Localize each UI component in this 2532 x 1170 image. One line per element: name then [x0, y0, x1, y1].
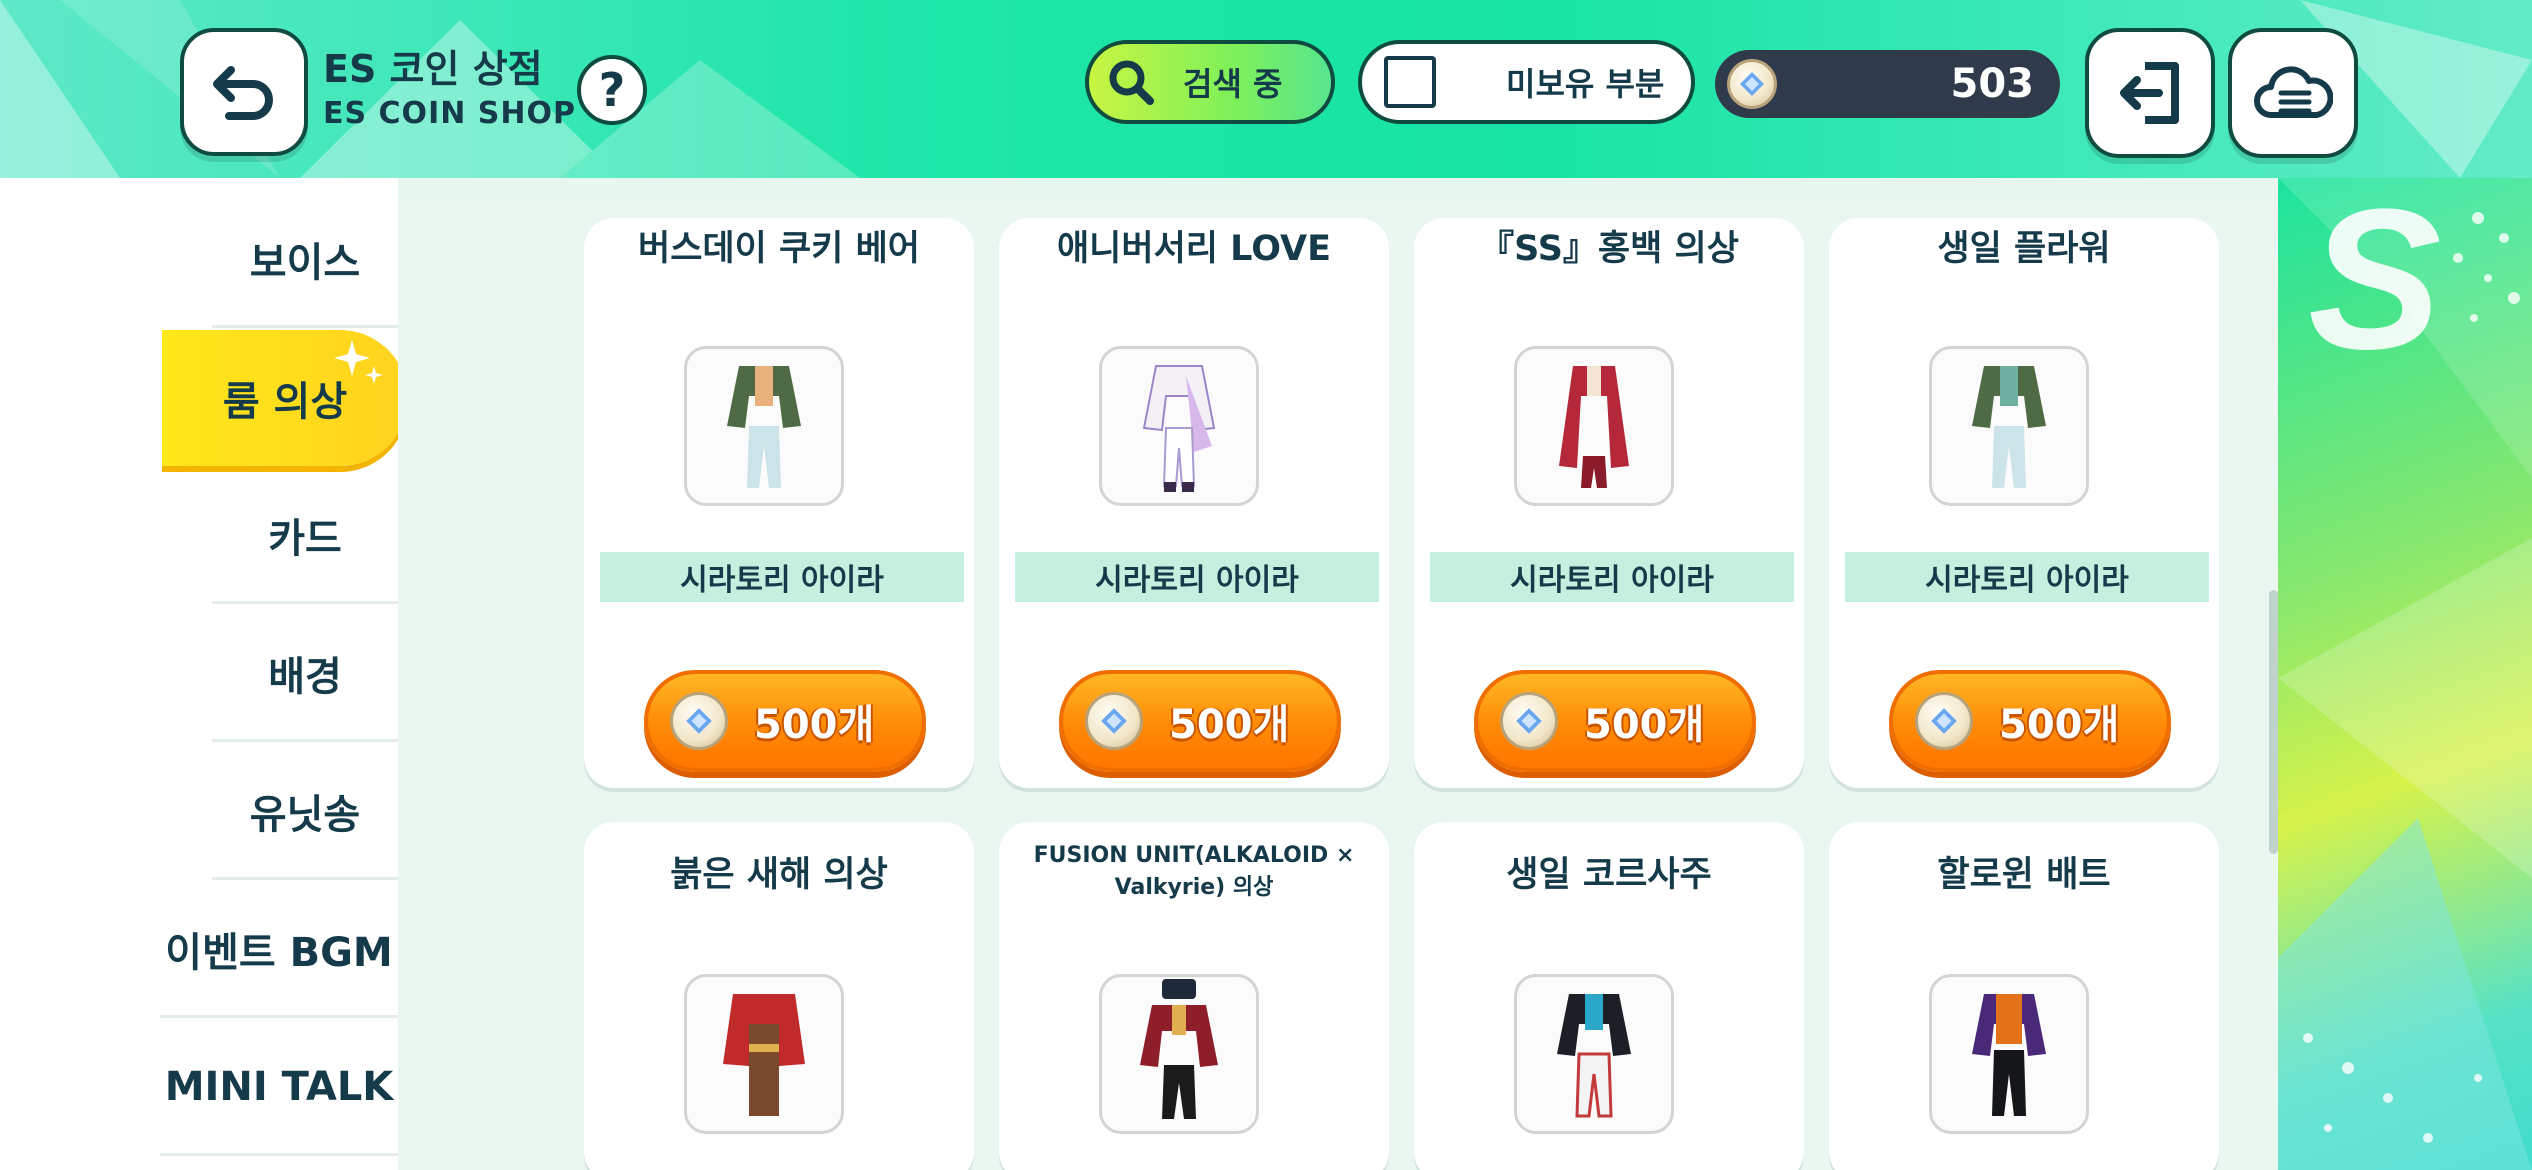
item-grid-panel: 버스데이 쿠키 베어 시라토리 아이라 500개 애니버서리 LOVE 시라토리…: [398, 178, 2278, 1170]
sidebar-item-voice[interactable]: 보이스: [212, 192, 398, 328]
search-icon: [1109, 60, 1154, 105]
red-kimono-outfit-icon: [723, 994, 805, 1116]
filter-label: 미보유 부분: [1506, 65, 1665, 103]
item-title: FUSION UNIT(ALKALOID × Valkyrie) 의상: [1033, 843, 1355, 900]
price-label: 500개: [1584, 702, 1705, 748]
page-subtitle: ES COIN SHOP: [323, 96, 576, 131]
menu-button[interactable]: [2228, 28, 2358, 158]
outfit-thumbnail: [1929, 346, 2089, 506]
sidebar-item-event-bgm[interactable]: 이벤트 BGM: [160, 882, 398, 1018]
sidebar-item-background[interactable]: 배경: [212, 606, 398, 742]
item-owner: 시라토리 아이라: [1015, 552, 1379, 602]
cloud-menu-icon: [2254, 66, 2333, 118]
decorative-background: S: [2278, 178, 2532, 1170]
item-owner: 시라토리 아이라: [1430, 552, 1794, 602]
item-title: 『SS』홍백 의상: [1479, 229, 1739, 269]
search-button[interactable]: 검색 중: [1085, 40, 1335, 124]
back-button[interactable]: [180, 28, 308, 156]
item-title: 생일 플라워: [1937, 229, 2111, 269]
white-purple-outfit-icon: [1142, 365, 1216, 492]
military-red-outfit-icon: [1140, 979, 1218, 1119]
outfit-thumbnail: [684, 974, 844, 1134]
purple-orange-outfit-icon: [1972, 994, 2046, 1116]
buy-button[interactable]: 500개: [644, 670, 926, 772]
shop-item-card[interactable]: 붉은 새해 의상: [584, 822, 974, 1170]
outfit-thumbnail: [1099, 974, 1259, 1134]
sidebar-item-unit-song[interactable]: 유닛송: [212, 744, 398, 880]
buy-button[interactable]: 500개: [1474, 670, 1756, 772]
red-coat-outfit-icon: [1559, 366, 1629, 488]
outfit-thumbnail: [1514, 346, 1674, 506]
outfit-thumbnail: [1099, 346, 1259, 506]
item-title: 할로윈 배트: [1937, 855, 2111, 895]
coin-balance-value: 503: [1950, 61, 2035, 107]
shop-item-card[interactable]: FUSION UNIT(ALKALOID × Valkyrie) 의상: [999, 822, 1389, 1170]
search-label: 검색 중: [1183, 65, 1283, 103]
buy-button[interactable]: 500개: [1889, 670, 2171, 772]
outfit-thumbnail: [1514, 974, 1674, 1134]
sidebar-item-card[interactable]: 카드: [212, 468, 398, 604]
coin-balance: 503: [1715, 50, 2060, 118]
decorative-pattern: S: [2278, 178, 2532, 1170]
outfit-thumbnail: [1929, 974, 2089, 1134]
item-title: 붉은 새해 의상: [670, 855, 888, 895]
buy-button[interactable]: 500개: [1059, 670, 1341, 772]
shop-item-card[interactable]: 애니버서리 LOVE 시라토리 아이라 500개: [999, 218, 1389, 788]
es-coin-icon: [1727, 59, 1777, 109]
shop-item-card[interactable]: 버스데이 쿠키 베어 시라토리 아이라 500개: [584, 218, 974, 788]
top-bar: ES 코인 상점 ES COIN SHOP ? 검색 중 미보유 부분 503: [0, 0, 2532, 178]
item-owner: 시라토리 아이라: [600, 552, 964, 602]
es-coin-icon: [670, 692, 728, 750]
s-logo-icon: S: [2308, 178, 2441, 391]
sparkle-icon: [334, 340, 383, 384]
item-owner: 시라토리 아이라: [1845, 552, 2209, 602]
price-label: 500개: [1999, 702, 2120, 748]
sidebar-item-mini-talk[interactable]: MINI TALK: [160, 1020, 398, 1156]
green-jacket-outfit-icon: [1972, 366, 2046, 488]
price-label: 500개: [1169, 702, 1290, 748]
page-title: ES 코인 상점: [323, 47, 543, 91]
es-coin-icon: [1085, 692, 1143, 750]
scrollbar[interactable]: [2269, 590, 2278, 854]
unowned-filter-toggle[interactable]: 미보유 부분: [1358, 40, 1695, 124]
exit-button[interactable]: [2085, 28, 2215, 158]
unowned-checkbox[interactable]: [1384, 56, 1436, 108]
sidebar-item-label: 룸 의상: [222, 379, 348, 425]
item-title: 생일 코르사주: [1506, 855, 1712, 895]
back-arrow-icon: [213, 66, 273, 120]
item-title: 애니버서리 LOVE: [1056, 229, 1332, 269]
sidebar-item-room-outfit[interactable]: 룸 의상: [162, 330, 408, 466]
shop-item-card[interactable]: 할로윈 배트: [1829, 822, 2219, 1170]
green-jacket-outfit-icon: [727, 366, 801, 488]
item-title: 버스데이 쿠키 베어: [638, 229, 920, 269]
black-white-outfit-icon: [1557, 994, 1631, 1118]
outfit-thumbnail: [684, 346, 844, 506]
help-button[interactable]: ?: [577, 55, 647, 125]
shop-item-card[interactable]: 생일 플라워 시라토리 아이라 500개: [1829, 218, 2219, 788]
shop-item-card[interactable]: 생일 코르사주: [1414, 822, 1804, 1170]
price-label: 500개: [754, 702, 875, 748]
shop-item-card[interactable]: 『SS』홍백 의상 시라토리 아이라 500개: [1414, 218, 1804, 788]
es-coin-icon: [1500, 692, 1558, 750]
exit-icon: [2120, 62, 2179, 124]
es-coin-icon: [1915, 692, 1973, 750]
